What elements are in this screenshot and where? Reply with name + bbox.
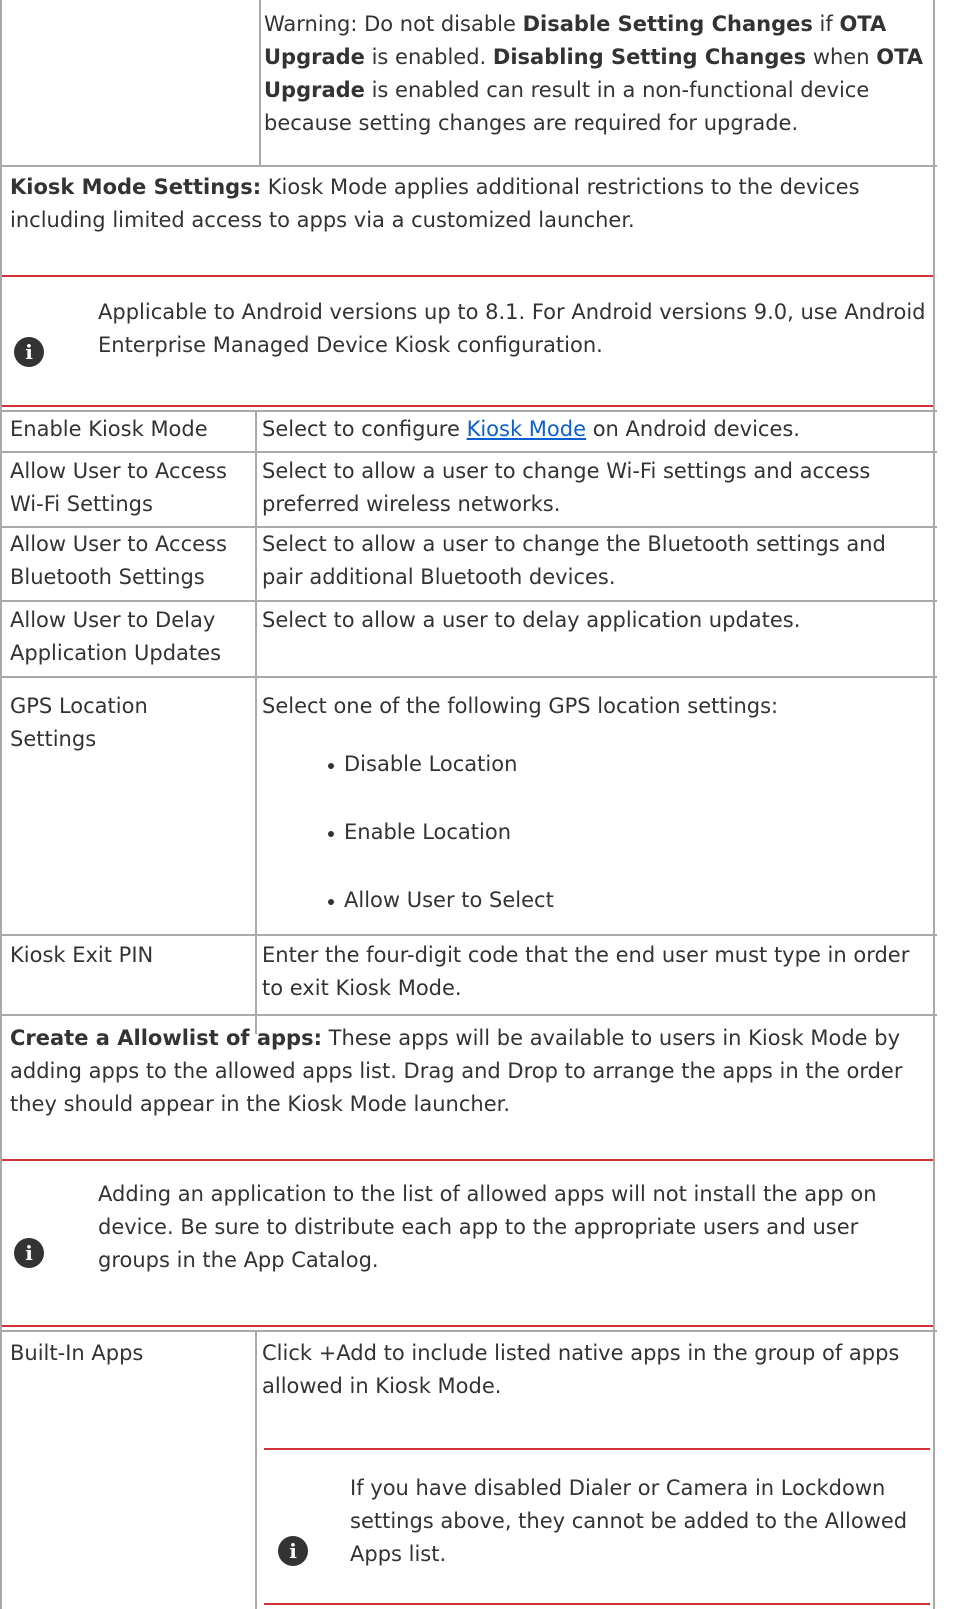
setting-label: Kiosk Exit PIN — [10, 943, 154, 967]
row-divider — [2, 410, 937, 412]
note-rule-top — [264, 1448, 930, 1450]
setting-label: Allow User to Delay Application Updates — [10, 608, 222, 665]
settings-table: Warning: Do not disable Disable Setting … — [0, 0, 937, 1609]
row-divider — [2, 600, 937, 602]
row-divider — [2, 451, 937, 453]
note-rule-bottom — [2, 1325, 933, 1327]
column-divider — [259, 0, 261, 165]
setting-description: Select to allow a user to change the Blu… — [262, 532, 886, 589]
row-divider — [2, 1014, 937, 1016]
row-divider — [2, 1330, 937, 1332]
setting-description: Select to allow a user to delay applicat… — [262, 608, 801, 632]
setting-description: Select one of the following GPS location… — [262, 694, 779, 718]
allowlist-section-description: Create a Allowlist of apps: These apps w… — [10, 1026, 903, 1116]
setting-description: Enter the four-digit code that the end u… — [262, 943, 910, 1000]
builtin-note-text: If you have disabled Dialer or Camera in… — [350, 1476, 908, 1566]
column-divider — [255, 410, 257, 1034]
row-divider — [2, 934, 937, 936]
setting-label: Allow User to Access Bluetooth Settings — [10, 532, 227, 589]
column-divider — [255, 1330, 257, 1609]
info-icon: i — [14, 1238, 44, 1268]
gps-options-list: Disable Location Enable Location Allow U… — [328, 748, 554, 952]
setting-description: Select to configure Kiosk Mode on Androi… — [262, 417, 800, 441]
setting-label: Allow User to Access Wi-Fi Settings — [10, 459, 227, 516]
allowlist-note-text: Adding an application to the list of all… — [98, 1182, 877, 1272]
row-divider — [2, 676, 937, 678]
warning-text: Warning: Do not disable Disable Setting … — [264, 12, 924, 135]
setting-description: Select to allow a user to change Wi-Fi s… — [262, 459, 871, 516]
note-rule-bottom — [2, 405, 933, 407]
kiosk-note-text: Applicable to Android versions up to 8.1… — [98, 300, 926, 357]
kiosk-section-description: Kiosk Mode Settings: Kiosk Mode applies … — [10, 175, 860, 232]
note-rule-bottom — [264, 1603, 930, 1605]
info-icon: i — [14, 337, 44, 367]
setting-label: GPS Location Settings — [10, 694, 148, 751]
kiosk-mode-link[interactable]: Kiosk Mode — [467, 417, 586, 441]
setting-label: Built-In Apps — [10, 1341, 144, 1365]
note-rule-top — [2, 275, 933, 277]
list-item: Disable Location — [328, 748, 554, 816]
row-divider — [2, 165, 937, 167]
setting-description: Click +Add to include listed native apps… — [262, 1341, 900, 1398]
note-rule-top — [2, 1159, 933, 1161]
list-item: Enable Location — [328, 816, 554, 884]
setting-label: Enable Kiosk Mode — [10, 417, 208, 441]
info-icon: i — [278, 1536, 308, 1566]
